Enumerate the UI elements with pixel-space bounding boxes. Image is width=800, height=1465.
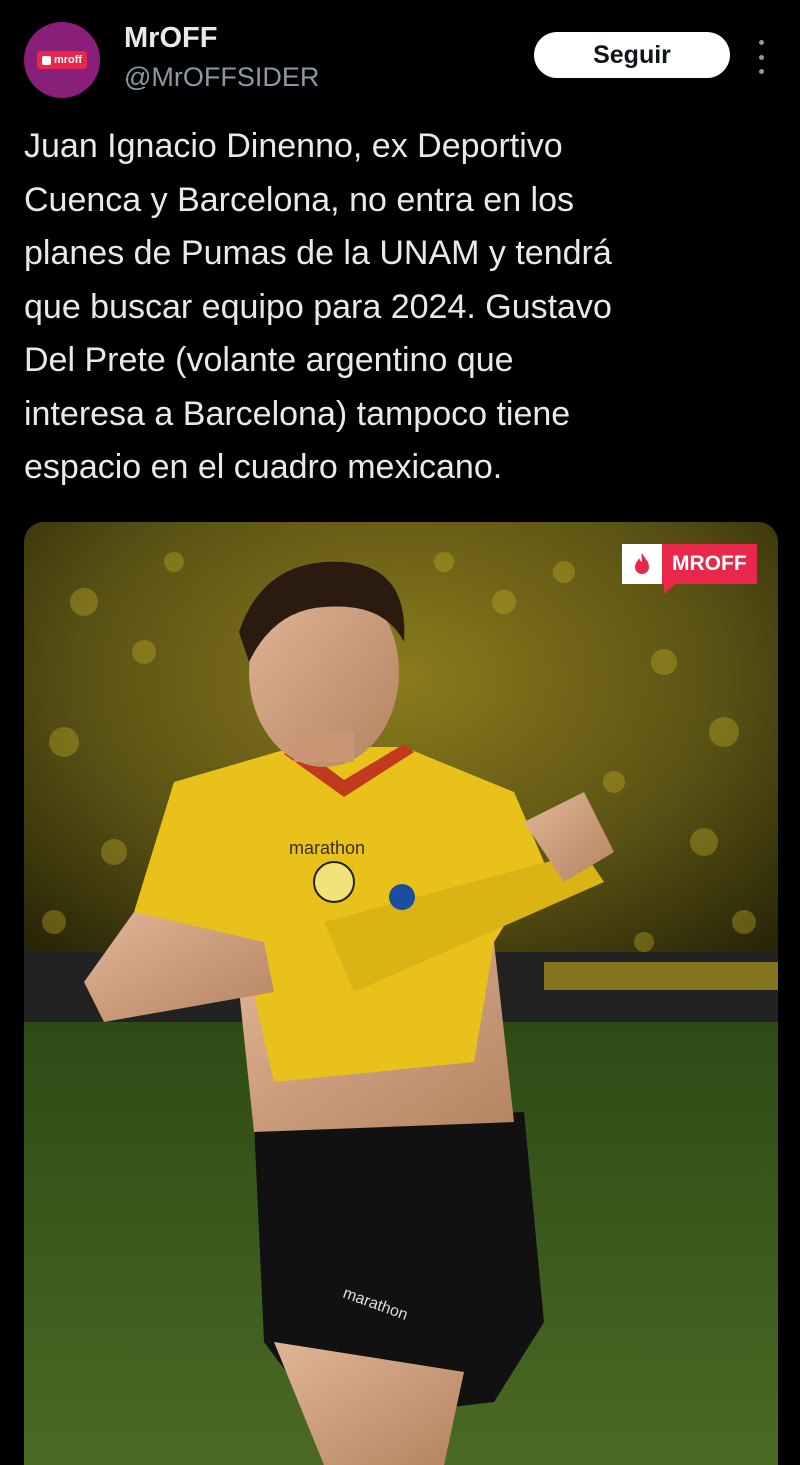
logo-square-icon (41, 55, 51, 65)
mroff-watermark: MROFF (622, 544, 757, 594)
flame-icon (622, 544, 662, 584)
watermark-text: MROFF (662, 544, 757, 584)
user-handle[interactable]: @MrOFFSIDER (124, 62, 319, 93)
display-name[interactable]: MrOFF (124, 22, 217, 55)
player-photo: marathon marathon (24, 522, 778, 1465)
more-vertical-icon[interactable] (750, 40, 772, 74)
watermark-tail (664, 582, 678, 594)
tweet-image[interactable]: marathon marathon MROFF (24, 522, 778, 1465)
jersey-sponsor: marathon (289, 838, 365, 858)
avatar[interactable]: mroff (24, 22, 100, 98)
tweet-text: Juan Ignacio Dinenno, ex Deportivo Cuenc… (24, 127, 612, 486)
avatar-logo: mroff (36, 51, 88, 69)
follow-button[interactable]: Seguir (534, 32, 730, 78)
avatar-logo-text: mroff (53, 54, 83, 66)
